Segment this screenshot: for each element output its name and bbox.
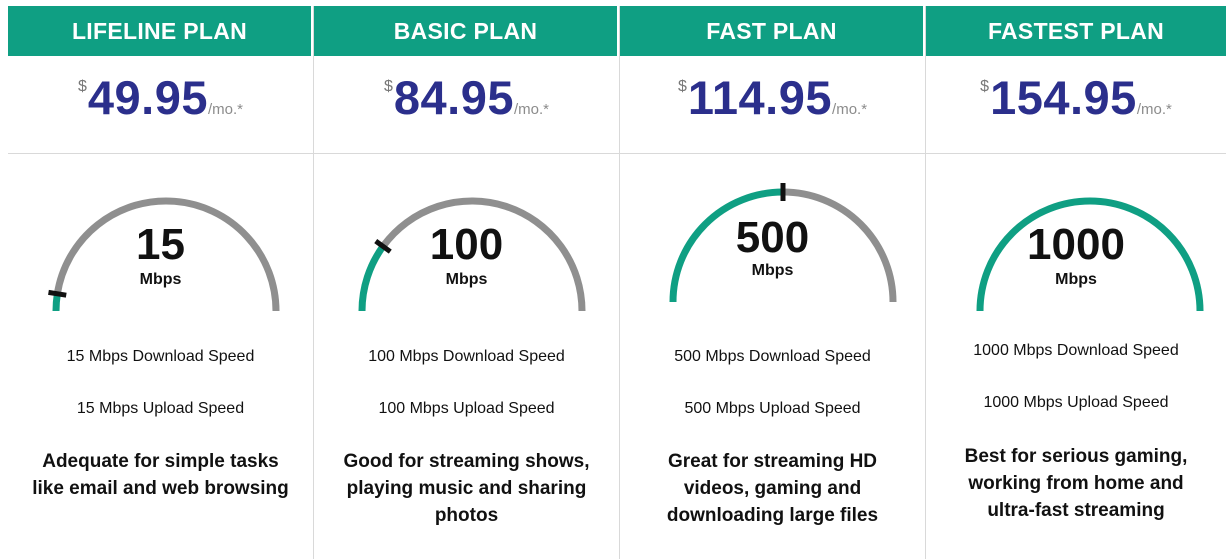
price-period: /mo.* [208,101,244,118]
currency-symbol: $ [77,78,87,95]
plan-description: Great for streaming HD videos, gaming an… [666,451,879,526]
price-amount: 49.95 [87,71,208,124]
price-box: $ 154.95 /mo.* [926,56,1226,154]
plan-description: Best for serious gaming, working from ho… [964,446,1188,521]
plan-description: Good for streaming shows, playing music … [343,451,590,526]
download-speed: 500 Mbps Download Speed [674,348,871,365]
price-amount: 114.95 [687,71,833,124]
gauge-speed-unit: Mbps [1055,271,1097,288]
upload-speed: 500 Mbps Upload Speed [684,400,861,417]
currency-symbol: $ [383,78,393,95]
download-speed: 1000 Mbps Download Speed [973,342,1179,359]
plan-name: FASTEST PLAN [987,17,1165,44]
download-speed: 100 Mbps Download Speed [368,348,565,365]
gauge-speed-value: 1000 [1027,220,1125,269]
gauge-speed-value: 100 [429,220,504,269]
plan-name: FAST PLAN [706,17,837,44]
currency-symbol: $ [980,78,990,95]
plan-card-fastest: FASTEST PLAN $ 154.95 /mo.* 1000 Mbps 10… [926,6,1226,559]
plan-card-basic: BASIC PLAN $ 84.95 /mo.* 100 Mbps 100 Mb… [314,6,620,559]
gauge-speed-value: 15 [136,220,185,269]
price-amount: 84.95 [393,71,514,124]
plan-name: BASIC PLAN [393,17,538,44]
plan-header: BASIC PLAN [314,6,619,56]
gauge-needle [48,289,67,298]
gauge-speed-value: 500 [735,213,810,262]
price-box: $ 84.95 /mo.* [314,56,619,154]
price-box: $ 49.95 /mo.* [8,56,313,154]
currency-symbol: $ [677,78,687,95]
plans-grid: LIFELINE PLAN $ 49.95 /mo.* 15 Mbps 15 M… [8,6,1226,559]
price-period: /mo.* [1136,101,1172,118]
upload-speed: 15 Mbps Upload Speed [76,400,245,417]
plan-description: Adequate for simple tasks like email and… [32,451,289,499]
gauge-speed-unit: Mbps [751,262,794,279]
plan-name: LIFELINE PLAN [71,17,248,44]
plan-header: FAST PLAN [620,6,925,56]
plan-header: LIFELINE PLAN [8,6,313,56]
plan-card-fast: FAST PLAN $ 114.95 /mo.* 500 Mbps 500 Mb… [620,6,926,559]
plan-card-lifeline: LIFELINE PLAN $ 49.95 /mo.* 15 Mbps 15 M… [8,6,314,559]
gauge-speed-unit: Mbps [445,271,488,288]
price-box: $ 114.95 /mo.* [620,56,925,154]
plan-header: FASTEST PLAN [926,6,1226,56]
gauge-speed-unit: Mbps [139,271,182,288]
download-speed: 15 Mbps Download Speed [66,348,255,365]
gauge-fill [52,293,61,312]
price-amount: 154.95 [990,71,1137,124]
upload-speed: 1000 Mbps Upload Speed [983,394,1169,411]
price-period: /mo.* [832,101,868,118]
upload-speed: 100 Mbps Upload Speed [378,400,555,417]
price-period: /mo.* [514,101,550,118]
